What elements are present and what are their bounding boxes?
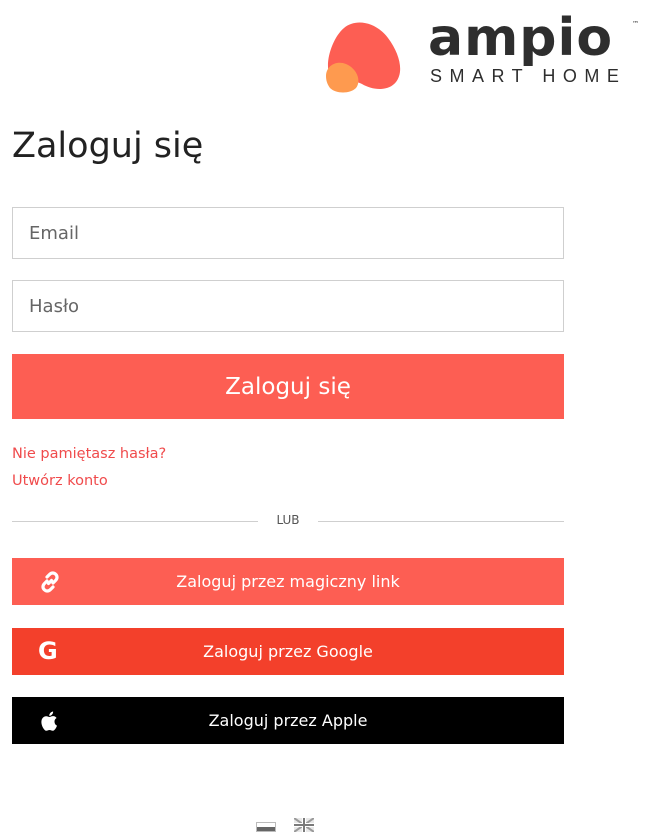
ampio-logo: ampio ™ SMART HOME <box>322 8 642 94</box>
google-login-label: Zaloguj przez Google <box>203 642 373 661</box>
flag-gb-icon[interactable] <box>294 818 314 832</box>
language-switcher <box>256 818 326 832</box>
page-title: Zaloguj się <box>12 126 204 166</box>
ampio-logo-mark-icon <box>326 22 401 93</box>
google-login-button[interactable]: G Zaloguj przez Google <box>12 628 564 675</box>
email-field[interactable] <box>12 207 564 259</box>
divider-text: LUB <box>276 513 300 527</box>
divider-line-right <box>318 521 564 522</box>
apple-login-label: Zaloguj przez Apple <box>208 711 368 730</box>
password-field[interactable] <box>12 280 564 332</box>
login-button[interactable]: Zaloguj się <box>12 354 564 419</box>
magic-link-login-button[interactable]: Zaloguj przez magiczny link <box>12 558 564 605</box>
logo-wordmark: ampio <box>428 8 614 68</box>
divider-line-left <box>12 521 258 522</box>
logo-tagline: SMART HOME <box>430 66 627 86</box>
magic-link-label: Zaloguj przez magiczny link <box>176 572 400 591</box>
or-divider: LUB <box>12 512 564 530</box>
forgot-password-link[interactable]: Nie pamiętasz hasła? <box>12 446 166 462</box>
logo-trademark: ™ <box>632 20 639 28</box>
apple-login-button[interactable]: Zaloguj przez Apple <box>12 697 564 744</box>
create-account-link[interactable]: Utwórz konto <box>12 473 108 489</box>
flag-pl-icon[interactable] <box>256 822 276 832</box>
